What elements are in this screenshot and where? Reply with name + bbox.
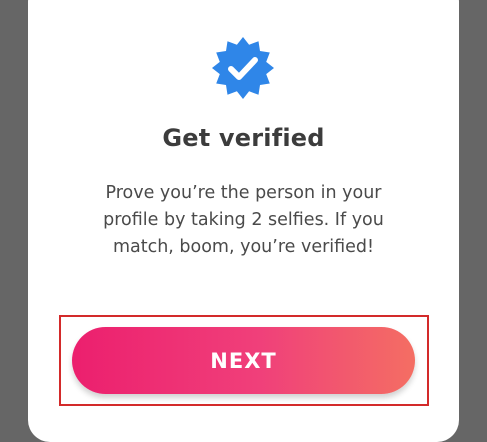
dialog-description: Prove you’re the person in your profile … <box>68 180 419 261</box>
description-line: profile by taking 2 selfies. If you <box>103 210 384 230</box>
dialog-title: Get verified <box>162 124 325 152</box>
description-line: match, boom, you’re verified! <box>112 237 375 257</box>
description-line: Prove you’re the person in your <box>105 183 382 203</box>
next-button[interactable]: NEXT <box>72 327 415 394</box>
verified-badge-icon <box>212 37 274 99</box>
